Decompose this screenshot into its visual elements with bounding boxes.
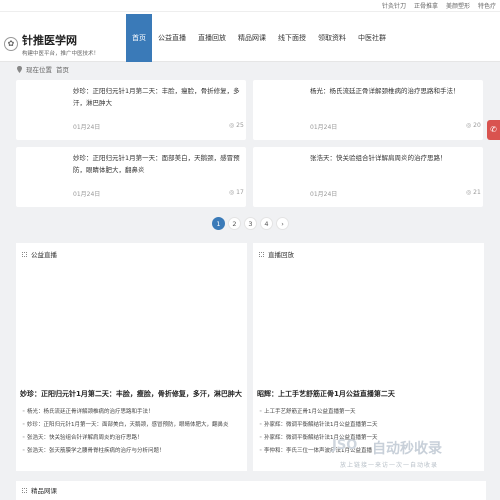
breadcrumb-here: 现在位置 (26, 66, 52, 74)
article-title[interactable]: 张浩天：快关验组合针详解肩周炎的治疗思路！ (310, 152, 480, 164)
article-card[interactable]: 妙珍：正阳归元针1月第二天：丰脸，瘦脸，骨折修复，多汗，淋巴肿大 01月24日 … (16, 80, 246, 140)
nav-item-replay[interactable]: 直播回放 (192, 14, 232, 62)
site-subtitle: 构建中医平台，推广中医技术！ (22, 51, 100, 57)
breadcrumb: 现在位置 首页 (17, 64, 69, 74)
featured-title[interactable]: 昭辉：上工手艺舒筋正骨1月公益直播第二天 (257, 389, 482, 399)
top-link[interactable]: 美颜塑形 (446, 1, 470, 10)
top-link[interactable]: 针灸针刀 (382, 1, 406, 10)
views-count: 21 (473, 189, 481, 196)
article-views: ◎ 17 (229, 189, 244, 196)
watermark-brand: 自动秒收录 (372, 441, 442, 457)
article-date: 01月24日 (310, 124, 338, 131)
panel-header: 公益直播 (22, 249, 57, 259)
watermark-sub: 放上链接一来访一次一自动收录 (340, 462, 439, 469)
list-item[interactable]: ◦ 杨光：杨氏流廷正骨详解颈椎病的治疗思路和手法！ (22, 406, 229, 419)
list-item[interactable]: ◦ 孙家辉：微调平衡解结针法1月公益直播第二天 (259, 419, 378, 432)
featured-title[interactable]: 妙珍：正阳归元针1月第二天：丰脸，瘦脸，骨折修复，多汗，淋巴肿大 (20, 389, 245, 399)
watermark: JSO 自动秒收录 放上链接一来访一次一自动收录 (332, 438, 500, 478)
page-button[interactable]: 3 (244, 217, 257, 230)
article-views: ◎ 20 (466, 122, 481, 129)
top-link[interactable]: 特色疗 (478, 1, 496, 10)
location-pin-icon (17, 65, 22, 73)
article-card[interactable]: 杨光：杨氏流廷正骨详解颈椎病的治疗思路和手法！ 01月24日 ◎ 20 (253, 80, 483, 140)
breadcrumb-home[interactable]: 首页 (56, 64, 69, 74)
pagination: 1 2 3 4 › (212, 217, 289, 230)
nav-item-offline[interactable]: 线下面授 (272, 14, 312, 62)
replay-panel: 直播回放 昭辉：上工手艺舒筋正骨1月公益直播第二天 ◦ 上工手艺舒筋正骨1月公益… (253, 243, 484, 471)
top-link[interactable]: 正骨推拿 (414, 1, 438, 10)
panel-header: 直播回放 (259, 249, 294, 259)
site-title[interactable]: 针推医学网 (22, 32, 77, 48)
nav-item-courses[interactable]: 精品网课 (232, 14, 272, 62)
next-page-button[interactable]: › (276, 217, 289, 230)
top-bar: 针灸针刀 正骨推拿 美颜塑形 特色疗 (0, 0, 500, 12)
list-item[interactable]: ◦ 妙珍：正阳归元针1月第一天：面部美白，天鹅颈，感冒预防，眼睛体肥大，翻鼻炎 (22, 419, 229, 432)
main-nav: 首页 公益直播 直播回放 精品网课 线下面授 领取资料 中医社群 (126, 14, 392, 62)
article-card[interactable]: 张浩天：快关验组合针详解肩周炎的治疗思路！ 01月24日 ◎ 21 (253, 147, 483, 207)
watermark-logo: JSO (332, 438, 358, 453)
panel-header: 精品网课 (22, 485, 57, 495)
article-views: ◎ 25 (229, 122, 244, 129)
views-count: 25 (236, 122, 244, 129)
live-list: ◦ 杨光：杨氏流廷正骨详解颈椎病的治疗思路和手法！ ◦ 妙珍：正阳归元针1月第一… (22, 406, 229, 458)
views-count: 20 (473, 122, 481, 129)
article-date: 01月24日 (73, 191, 101, 198)
article-views: ◎ 21 (466, 189, 481, 196)
nav-item-live[interactable]: 公益直播 (152, 14, 192, 62)
panel-title[interactable]: 精品网课 (31, 485, 57, 495)
grid-icon (22, 251, 27, 257)
list-item[interactable]: ◦ 上工手艺舒筋正骨1月公益直播第一天 (259, 406, 378, 419)
page-button[interactable]: 4 (260, 217, 273, 230)
grid-icon (259, 251, 264, 257)
article-date: 01月24日 (310, 191, 338, 198)
article-title[interactable]: 杨光：杨氏流廷正骨详解颈椎病的治疗思路和手法！ (310, 85, 480, 97)
page-button[interactable]: 1 (212, 217, 225, 230)
nav-item-community[interactable]: 中医社群 (352, 14, 392, 62)
article-date: 01月24日 (73, 124, 101, 131)
list-item[interactable]: ◦ 张浩天：张天筋膜学之腰骨脊柱疾病的治疗与分析问题！ (22, 445, 229, 458)
contact-float-button[interactable]: ✆ (487, 120, 500, 140)
live-panel: 公益直播 妙珍：正阳归元针1月第二天：丰脸，瘦脸，骨折修复，多汗，淋巴肿大 ◦ … (16, 243, 247, 471)
page-button[interactable]: 2 (228, 217, 241, 230)
panel-title[interactable]: 公益直播 (31, 249, 57, 259)
article-title[interactable]: 妙珍：正阳归元针1月第二天：丰脸，瘦脸，骨折修复，多汗，淋巴肿大 (73, 85, 243, 109)
panel-title[interactable]: 直播回放 (268, 249, 294, 259)
nav-item-materials[interactable]: 领取资料 (312, 14, 352, 62)
top-links: 针灸针刀 正骨推拿 美颜塑形 特色疗 (382, 1, 496, 10)
grid-icon (22, 487, 27, 493)
article-card[interactable]: 妙珍：正阳归元针1月第一天：面部美白，天鹅颈，感冒预防，眼睛体肥大，翻鼻炎 01… (16, 147, 246, 207)
list-item[interactable]: ◦ 张浩天：快关验组合针详解肩周炎的治疗思路！ (22, 432, 229, 445)
views-count: 17 (236, 189, 244, 196)
nav-item-home[interactable]: 首页 (126, 14, 152, 62)
article-title[interactable]: 妙珍：正阳归元针1月第一天：面部美白，天鹅颈，感冒预防，眼睛体肥大，翻鼻炎 (73, 152, 243, 176)
courses-panel: 精品网课 (16, 481, 486, 500)
logo-icon[interactable]: ✿ (4, 37, 18, 51)
